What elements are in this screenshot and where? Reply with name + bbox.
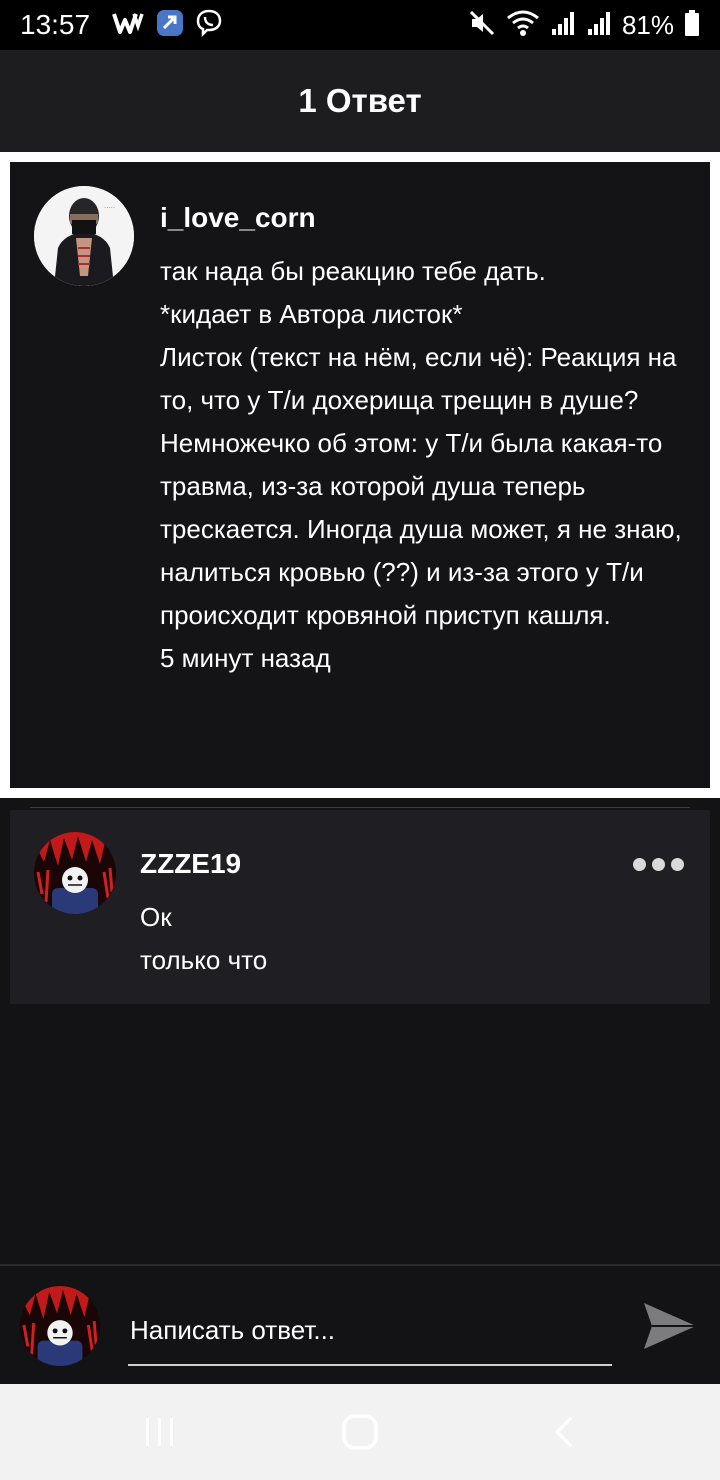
signal-icon [550,9,576,42]
home-button[interactable] [340,1412,380,1452]
avatar[interactable]: ..... [34,186,134,286]
comment-body: так нада бы реакцию тебе дать. *кидает в… [160,250,700,680]
divider [30,807,690,808]
back-button[interactable] [545,1412,585,1452]
comment-line: Ок [140,902,172,932]
comment-author[interactable]: i_love_corn [160,202,316,234]
reply-composer [0,1264,720,1384]
comment-body: Ок только что [140,896,267,982]
comment-line: так нада бы реакцию тебе дать. [160,256,546,286]
battery-percent: 81% [621,9,674,40]
wifi-icon [506,9,540,42]
vk-icon [156,9,184,42]
wattpad-icon [112,10,146,41]
comment-author[interactable]: ZZZE19 [140,848,241,880]
original-comment-frame: ..... i_love_corn так нада бы реакцию те… [0,152,720,798]
avatar[interactable] [34,832,116,914]
svg-text:.....: ..... [104,202,115,210]
send-button[interactable] [640,1296,700,1356]
comment-line: *кидает в Автора листок* [160,299,463,329]
system-nav-bar [0,1384,720,1480]
viber-icon [194,8,224,43]
notification-icons [112,8,224,43]
reply-input[interactable] [128,1296,612,1366]
more-dots-icon [652,858,665,871]
recent-apps-button[interactable] [140,1412,180,1452]
more-dots-icon [671,858,684,871]
avatar [20,1286,100,1366]
send-icon [644,1303,696,1349]
recent-apps-icon [146,1418,173,1446]
battery-icon [684,9,700,42]
mute-icon [468,9,496,42]
comment-timestamp: только что [140,945,268,975]
home-icon [342,1414,378,1450]
comment-timestamp: 5 минут назад [160,643,331,673]
reply-comment: ZZZE19 Ок только что [10,810,710,1004]
original-comment: ..... i_love_corn так нада бы реакцию те… [10,162,710,788]
system-status-icons: 81% [468,9,700,42]
status-time: 13:57 [20,9,91,40]
comment-line: Немножечко об этом: у Т/и была какая-то … [160,428,682,630]
more-dots-icon [633,858,646,871]
comment-line: Листок (текст на нём, если чё): Реакция … [160,342,677,415]
more-options-button[interactable] [629,854,688,875]
status-bar: 13:57 81% [0,0,720,50]
page-title: 1 Ответ [298,82,422,119]
page-header: 1 Ответ [0,50,720,152]
signal-icon-2 [586,9,612,42]
back-icon [554,1416,573,1448]
